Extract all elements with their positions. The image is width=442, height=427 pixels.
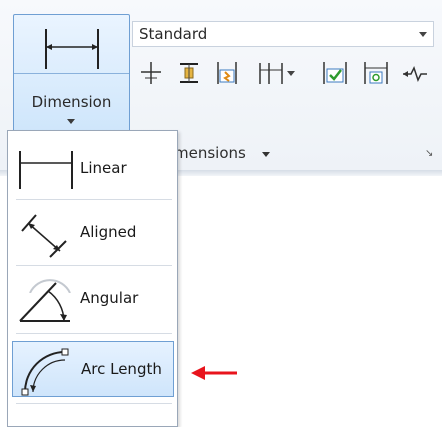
chevron-down-icon[interactable] bbox=[67, 119, 75, 124]
menu-separator bbox=[16, 403, 172, 404]
panel-title[interactable]: mensions bbox=[174, 144, 246, 162]
menu-item-label: Angular bbox=[80, 289, 139, 307]
callout-arrow-icon bbox=[191, 364, 239, 386]
chevron-down-icon[interactable] bbox=[262, 152, 270, 157]
panel-launcher-icon[interactable]: ↘ bbox=[425, 148, 433, 159]
linear-dimension-icon bbox=[42, 27, 102, 75]
dim-break-icon[interactable] bbox=[213, 58, 241, 88]
inspect-icon[interactable] bbox=[321, 58, 349, 88]
dim-baseline-icon[interactable] bbox=[137, 58, 165, 88]
menu-item-linear[interactable]: Linear bbox=[12, 141, 174, 197]
menu-item-aligned[interactable]: Aligned bbox=[12, 205, 174, 261]
dim-update-icon[interactable] bbox=[362, 58, 390, 88]
radius-dimension-icon bbox=[26, 278, 76, 297]
arc-length-icon bbox=[19, 346, 75, 400]
split-divider bbox=[14, 73, 129, 74]
menu-item-label: Aligned bbox=[80, 223, 137, 241]
jogged-linear-icon[interactable] bbox=[401, 58, 429, 88]
menu-item-label: Arc Length bbox=[81, 360, 162, 378]
menu-item-arc-length[interactable]: Arc Length bbox=[12, 341, 174, 397]
aligned-dimension-icon bbox=[18, 209, 74, 263]
dim-style-dropdown[interactable]: Standard bbox=[132, 21, 434, 47]
dimension-button-label[interactable]: Dimension bbox=[14, 93, 129, 111]
chevron-down-icon[interactable] bbox=[419, 32, 427, 37]
dimension-split-button[interactable]: Dimension bbox=[13, 14, 130, 132]
menu-item-label: Linear bbox=[80, 159, 127, 177]
menu-separator bbox=[16, 333, 172, 334]
menu-separator bbox=[16, 199, 172, 200]
menu-separator bbox=[16, 265, 172, 266]
dropdown-arrow-icon[interactable] bbox=[285, 58, 297, 88]
dim-continue-icon[interactable] bbox=[257, 58, 285, 88]
dim-style-value: Standard bbox=[139, 25, 208, 43]
dimension-toolbar bbox=[137, 58, 437, 92]
dim-space-icon[interactable] bbox=[175, 58, 203, 88]
linear-dimension-icon bbox=[18, 145, 74, 195]
